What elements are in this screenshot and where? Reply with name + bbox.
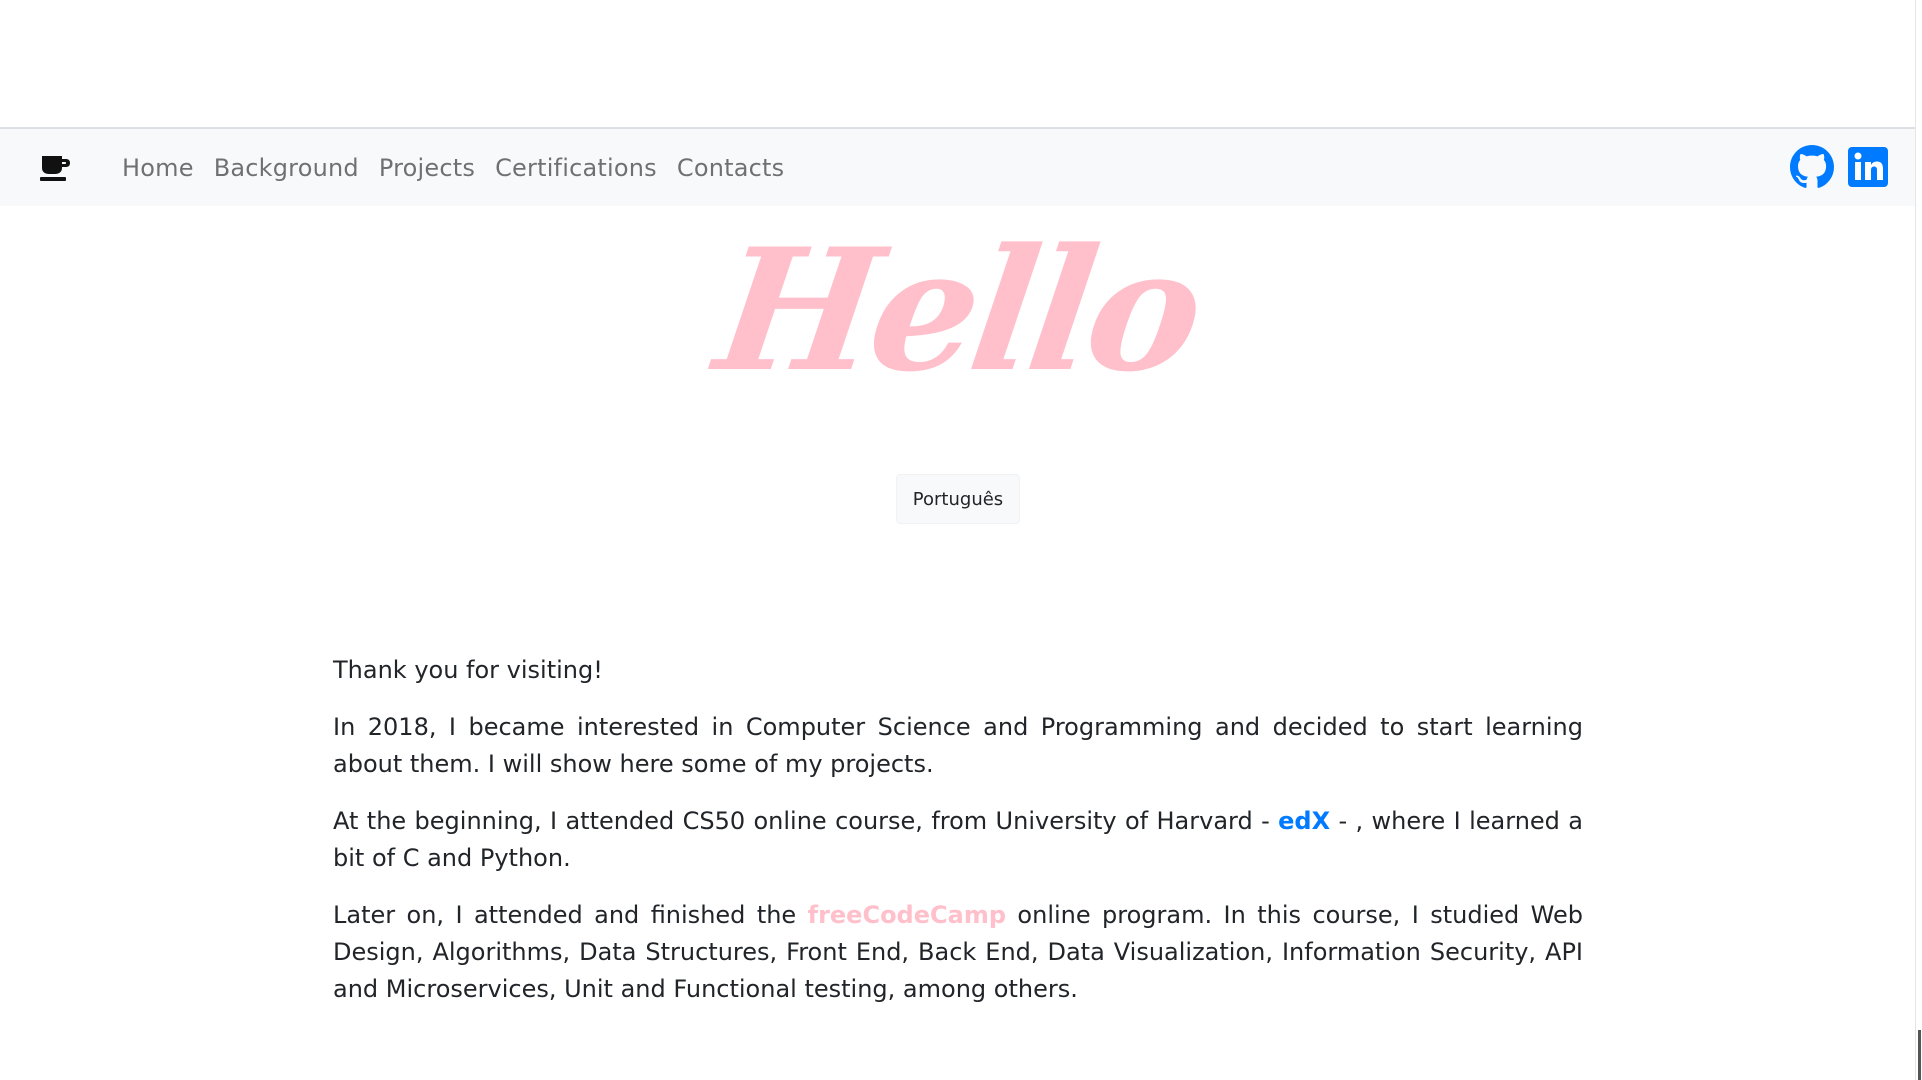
- social-links: [1790, 145, 1890, 189]
- scrollbar[interactable]: [1915, 0, 1922, 1080]
- intro-content: Thank you for visiting! In 2018, I becam…: [333, 652, 1583, 1028]
- page: Home Background Projects Certifications …: [0, 0, 1922, 1080]
- paragraph-3-text-start: At the beginning, I attended CS50 online…: [333, 807, 1279, 835]
- intro-paragraph-2: In 2018, I became interested in Computer…: [333, 713, 1583, 778]
- nav-link-background[interactable]: Background: [204, 154, 369, 182]
- hero-title: Hello: [706, 211, 1210, 409]
- nav-link-home[interactable]: Home: [112, 154, 204, 182]
- hero: Hello: [0, 211, 1916, 409]
- intro-paragraph-4: Later on, I attended and finished the fr…: [333, 897, 1583, 1008]
- intro-paragraph-1: Thank you for visiting!: [333, 656, 603, 684]
- freecodecamp-link[interactable]: freeCodeCamp: [808, 901, 1006, 929]
- nav-links: Home Background Projects Certifications …: [112, 129, 794, 206]
- edx-link[interactable]: edX: [1278, 807, 1330, 835]
- navbar: Home Background Projects Certifications …: [0, 129, 1916, 206]
- language-toggle-button[interactable]: Português: [896, 474, 1020, 524]
- coffee-cup-icon[interactable]: [40, 154, 72, 182]
- nav-link-contacts[interactable]: Contacts: [667, 154, 794, 182]
- top-spacer: [0, 0, 1922, 129]
- nav-link-projects[interactable]: Projects: [369, 154, 485, 182]
- intro-paragraph-3: At the beginning, I attended CS50 online…: [333, 803, 1583, 877]
- scrollbar-thumb[interactable]: [1918, 1030, 1921, 1080]
- nav-link-certifications[interactable]: Certifications: [485, 154, 667, 182]
- github-icon[interactable]: [1790, 145, 1834, 189]
- linkedin-icon[interactable]: [1846, 145, 1890, 189]
- paragraph-4-text-start: Later on, I attended and finished the: [333, 901, 808, 929]
